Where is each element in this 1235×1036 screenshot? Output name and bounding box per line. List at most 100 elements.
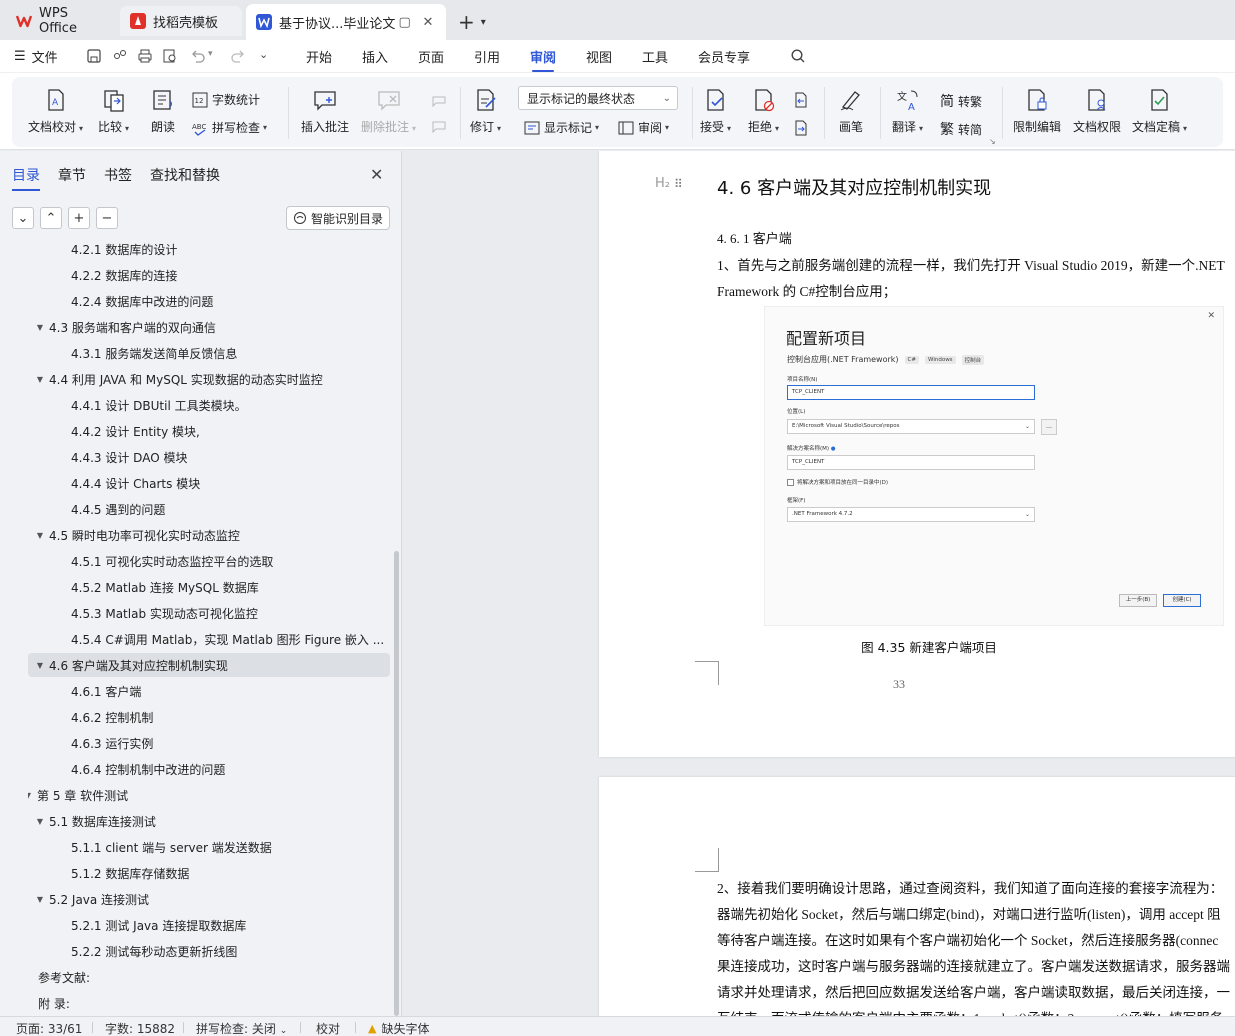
doc-check-button[interactable]: A 文档校对 ▾: [28, 87, 83, 135]
menu-page[interactable]: 页面: [418, 47, 444, 66]
expand-arrow-icon[interactable]: ▼: [34, 375, 46, 384]
file-menu[interactable]: ☰ 文件: [14, 47, 58, 66]
insert-comment-button[interactable]: 插入批注: [301, 87, 349, 135]
toc-item[interactable]: ▼ 4.6 客户端及其对应控制机制实现: [28, 653, 390, 677]
close-tab-icon[interactable]: ✕: [420, 14, 436, 30]
tab-toc[interactable]: 目录: [12, 165, 40, 191]
read-aloud-button[interactable]: 朗读: [150, 87, 176, 135]
spell-check-status[interactable]: 拼写检查: 关闭 ⌄: [196, 1020, 287, 1036]
toc-item[interactable]: ▼ 4.4 利用 JAVA 和 MySQL 实现数据的动态实时监控: [28, 367, 390, 391]
ink-button[interactable]: 画笔: [838, 87, 864, 135]
toc-item[interactable]: 参考文献:: [28, 965, 390, 989]
search-icon[interactable]: [790, 48, 806, 64]
document-page[interactable]: 2、接着我们要明确设计思路，通过查阅资料，我们知道了面向连接的套接字流程为： 器…: [599, 777, 1235, 1016]
reject-button[interactable]: 拒绝 ▾: [748, 87, 779, 135]
toc-item[interactable]: 4.6.1 客户端: [28, 679, 390, 703]
toc-item[interactable]: 4.6.2 控制机制: [28, 705, 390, 729]
toc-item[interactable]: 4.6.4 控制机制中改进的问题: [28, 757, 390, 781]
next-comment-icon[interactable]: [430, 119, 448, 137]
toc-item[interactable]: 4.5.3 Matlab 实现动态可视化监控: [28, 601, 390, 625]
print-preview-icon[interactable]: [162, 48, 178, 64]
toc-item[interactable]: 4.6.3 运行实例: [28, 731, 390, 755]
prev-change-icon[interactable]: [792, 91, 810, 109]
delete-comment-button[interactable]: 删除批注 ▾: [361, 87, 416, 135]
toc-item[interactable]: 4.5.2 Matlab 连接 MySQL 数据库: [28, 575, 390, 599]
menu-view[interactable]: 视图: [586, 47, 612, 66]
restrict-edit-button[interactable]: 限制编辑: [1013, 87, 1061, 135]
spell-check-button[interactable]: ABC 拼写检查 ▾: [192, 119, 267, 136]
undo-icon[interactable]: [190, 48, 206, 64]
expand-arrow-icon[interactable]: ▼: [34, 323, 46, 332]
menu-tools[interactable]: 工具: [642, 47, 668, 66]
toc-item[interactable]: ▼ 4.5 瞬时电功率可视化实时动态监控: [28, 523, 390, 547]
redo-icon[interactable]: [230, 48, 246, 64]
expand-arrow-icon[interactable]: ▼: [28, 791, 34, 800]
menu-home[interactable]: 开始: [306, 47, 332, 66]
toc-item[interactable]: 5.1.1 client 端与 server 端发送数据: [28, 835, 390, 859]
tab-document[interactable]: 基于协议...毕业论文 ▢ ✕: [246, 4, 446, 40]
toc-item[interactable]: 4.2.2 数据库的连接: [28, 263, 390, 287]
missing-font-status[interactable]: ▲ 缺失字体: [368, 1020, 429, 1036]
more-quick-access-icon[interactable]: ⌄: [259, 48, 268, 61]
toc-item[interactable]: ▼ 5.2 Java 连接测试: [28, 887, 390, 911]
menu-member[interactable]: 会员专享: [698, 47, 750, 66]
to-traditional-button[interactable]: 简 转繁: [940, 91, 982, 111]
tab-wps-office[interactable]: WPS Office: [6, 6, 114, 36]
heading-level-marker[interactable]: H₂ ⠿: [655, 176, 683, 191]
page-indicator[interactable]: 页面: 33/61: [16, 1020, 82, 1036]
doc-permission-button[interactable]: 文档权限: [1073, 87, 1121, 135]
window-restore-icon[interactable]: ▢: [397, 14, 413, 30]
toc-item[interactable]: 4.4.4 设计 Charts 模块: [28, 471, 390, 495]
document-page[interactable]: H₂ ⠿ 4. 6 客户端及其对应控制机制实现 4. 6. 1 客户端 1、首先…: [599, 151, 1235, 757]
next-change-icon[interactable]: [792, 119, 810, 137]
toc-item[interactable]: 4.2.1 数据库的设计: [28, 239, 390, 261]
compare-button[interactable]: 比较 ▾: [98, 87, 129, 135]
prev-comment-icon[interactable]: [430, 91, 448, 109]
toc-item[interactable]: 4.5.1 可视化实时动态监控平台的选取: [28, 549, 390, 573]
expand-arrow-icon[interactable]: ▼: [34, 895, 46, 904]
undo-dropdown-icon[interactable]: ▾: [208, 49, 213, 59]
proofread-status[interactable]: 校对: [316, 1020, 340, 1036]
word-count-button[interactable]: 12 字数统计: [192, 91, 260, 108]
new-tab-button[interactable]: + ▾: [458, 10, 486, 34]
show-markup-button[interactable]: 显示标记 ▾: [524, 119, 599, 136]
expand-arrow-icon[interactable]: ▼: [34, 661, 46, 670]
expand-group-icon[interactable]: ↘: [989, 137, 996, 146]
review-pane-button[interactable]: 审阅 ▾: [618, 119, 669, 136]
toc-item[interactable]: 附 录:: [28, 991, 390, 1015]
toc-item[interactable]: 4.4.2 设计 Entity 模块,: [28, 419, 390, 443]
markup-state-select[interactable]: 显示标记的最终状态 ⌄: [518, 86, 678, 110]
track-changes-button[interactable]: 修订 ▾: [470, 87, 501, 135]
toc-item[interactable]: 5.2.1 测试 Java 连接提取数据库: [28, 913, 390, 937]
add-heading-button[interactable]: +: [68, 207, 90, 229]
expand-arrow-icon[interactable]: ▼: [34, 531, 46, 540]
share-icon[interactable]: [112, 48, 128, 64]
print-icon[interactable]: [137, 48, 153, 64]
menu-insert[interactable]: 插入: [362, 47, 388, 66]
toc-item[interactable]: 4.4.1 设计 DBUtil 工具类模块。: [28, 393, 390, 417]
translate-button[interactable]: 文A 翻译 ▾: [892, 87, 923, 135]
toc-item[interactable]: ▼ 5.1 数据库连接测试: [28, 809, 390, 833]
save-icon[interactable]: [86, 48, 102, 64]
remove-heading-button[interactable]: −: [96, 207, 118, 229]
expand-arrow-icon[interactable]: ▼: [34, 817, 46, 826]
collapse-all-button[interactable]: ⌄: [12, 207, 34, 229]
toc-item[interactable]: ▼ 4.3 服务端和客户端的双向通信: [28, 315, 390, 339]
menu-review[interactable]: 审阅: [530, 47, 556, 72]
toc-scrollbar[interactable]: [394, 551, 399, 1016]
toc-item[interactable]: 4.4.5 遇到的问题: [28, 497, 390, 521]
toc-item[interactable]: 5.1.2 数据库存储数据: [28, 861, 390, 885]
expand-up-button[interactable]: ⌃: [40, 207, 62, 229]
smart-toc-button[interactable]: 智能识别目录: [286, 206, 390, 230]
toc-item[interactable]: 4.3.1 服务端发送简单反馈信息: [28, 341, 390, 365]
tab-chapters[interactable]: 章节: [58, 165, 86, 185]
to-simplified-button[interactable]: 繁 转简: [940, 119, 982, 139]
finalize-button[interactable]: 文档定稿 ▾: [1132, 87, 1187, 135]
tab-template[interactable]: 找稻壳模板: [120, 6, 242, 36]
close-pane-icon[interactable]: ✕: [370, 165, 383, 184]
tab-bookmarks[interactable]: 书签: [104, 165, 132, 185]
toc-item[interactable]: 4.4.3 设计 DAO 模块: [28, 445, 390, 469]
menu-references[interactable]: 引用: [474, 47, 500, 66]
toc-item[interactable]: 4.2.4 数据库中改进的问题: [28, 289, 390, 313]
toc-item[interactable]: 4.5.4 C#调用 Matlab，实现 Matlab 图形 Figure 嵌入…: [28, 627, 390, 651]
